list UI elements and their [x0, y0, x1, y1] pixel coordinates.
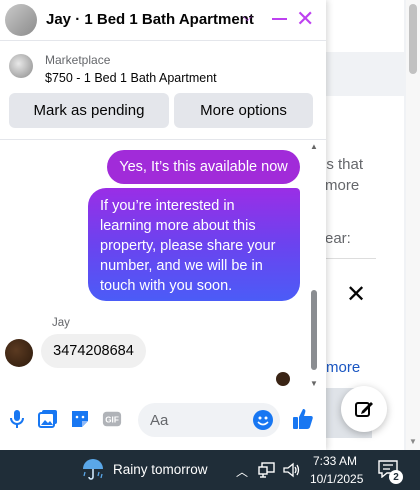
close-icon[interactable]: ✕	[296, 6, 314, 32]
chat-scrollbar[interactable]: ▲ ▼	[308, 140, 320, 390]
message-input[interactable]: Aa	[138, 403, 280, 437]
page-scroll-thumb[interactable]	[409, 4, 417, 74]
photo-icon[interactable]	[38, 409, 58, 429]
volume-icon[interactable]	[283, 462, 301, 478]
scroll-down-arrow-icon[interactable]: ▼	[409, 437, 417, 446]
more-options-button[interactable]: More options	[174, 93, 313, 128]
clock-date[interactable]: 10/1/2025	[310, 472, 363, 486]
clock-time[interactable]: 7:33 AM	[313, 454, 357, 468]
avatar[interactable]	[5, 4, 37, 36]
background-text: ear:	[325, 230, 351, 247]
compose-icon	[355, 402, 373, 417]
listing-thumbnail	[9, 54, 33, 78]
message-placeholder: Aa	[150, 412, 169, 429]
composer: GIF Aa	[0, 394, 326, 446]
mic-icon[interactable]	[7, 409, 27, 429]
chat-scroll-thumb[interactable]	[311, 290, 317, 370]
marketplace-listing[interactable]: Marketplace $750 - 1 Bed 1 Bath Apartmen…	[0, 41, 326, 89]
notification-badge: 2	[389, 470, 403, 484]
avatar[interactable]	[5, 339, 33, 367]
emoji-icon[interactable]	[253, 410, 273, 430]
thumbs-up-icon[interactable]	[291, 407, 315, 431]
chat-title[interactable]: Jay · 1 Bed 1 Bath Apartment	[46, 11, 254, 28]
page-scrollbar[interactable]: ▼	[406, 0, 420, 450]
seen-avatar	[276, 372, 290, 386]
sticker-icon[interactable]	[70, 409, 90, 429]
network-icon[interactable]	[258, 462, 276, 478]
chevron-down-icon[interactable]: ⌵	[243, 10, 252, 25]
outgoing-message[interactable]: Yes, It’s this available now	[107, 150, 300, 184]
message-thread: Yes, It’s this available now If you’re i…	[0, 140, 326, 390]
gif-icon[interactable]: GIF	[102, 409, 122, 429]
scroll-down-arrow-icon[interactable]: ▼	[310, 379, 318, 388]
see-more-link[interactable]: more	[326, 359, 360, 376]
minimize-icon[interactable]	[272, 18, 287, 20]
new-message-button[interactable]	[341, 386, 387, 432]
listing-description: $750 - 1 Bed 1 Bath Apartment	[45, 71, 217, 85]
incoming-message[interactable]: 3474208684	[41, 334, 146, 368]
sender-name: Jay	[52, 317, 70, 329]
weather-text[interactable]: Rainy tomorrow	[113, 462, 208, 477]
svg-text:GIF: GIF	[105, 416, 119, 425]
close-icon[interactable]: ✕	[346, 280, 366, 309]
scroll-up-arrow-icon[interactable]: ▲	[310, 142, 318, 151]
marketplace-label: Marketplace	[45, 53, 111, 67]
background-text: more	[325, 177, 360, 194]
chat-window: Jay · 1 Bed 1 Bath Apartment ⌵ ✕ Marketp…	[0, 0, 326, 450]
taskbar: Rainy tomorrow ︿ 7:33 AM 10/1/2025 2	[0, 450, 420, 490]
chevron-up-icon[interactable]: ︿	[236, 463, 248, 480]
mark-as-pending-button[interactable]: Mark as pending	[9, 93, 169, 128]
outgoing-message[interactable]: If you’re interested in learning more ab…	[88, 188, 300, 301]
chat-header[interactable]: Jay · 1 Bed 1 Bath Apartment ⌵ ✕	[0, 0, 326, 41]
umbrella-rain-icon[interactable]	[80, 457, 106, 483]
